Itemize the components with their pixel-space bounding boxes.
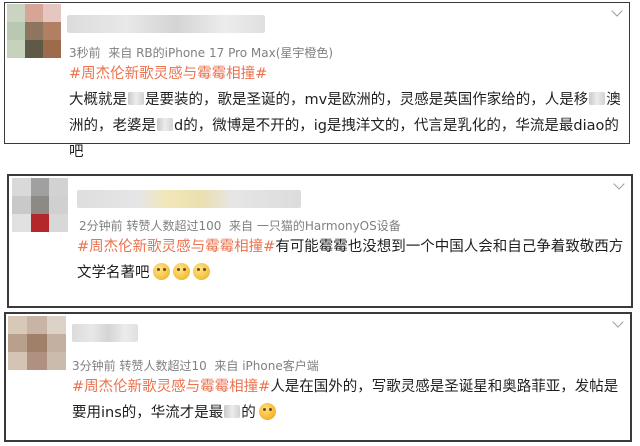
kiss-face-icon xyxy=(258,403,276,420)
post-card-3: 3分钟前 转赞人数超过10 来自 iPhone客户端 #周杰伦新歌灵感与霉霉相撞… xyxy=(4,312,632,442)
post-meta: 2分钟前 转赞人数超过100 来自 一只猫的HarmonyOS设备 xyxy=(79,217,401,234)
post-content: #周杰伦新歌灵感与霉霉相撞#人是在国外的，写歌灵感是圣诞星和奥路菲亚，发帖是要用… xyxy=(72,374,628,426)
blurred-text xyxy=(589,92,606,105)
blurred-text xyxy=(128,92,144,105)
post-card-2: 2分钟前 转赞人数超过100 来自 一只猫的HarmonyOS设备 #周杰伦新歌… xyxy=(7,174,633,308)
post-text: 的 xyxy=(241,405,256,421)
username-blurred[interactable] xyxy=(72,324,138,342)
blurred-text xyxy=(157,118,173,131)
repost-count: 转赞人数超过10 xyxy=(119,359,207,373)
username-blurred[interactable] xyxy=(77,190,301,208)
post-meta: 3秒前 来自 RB的iPhone 17 Pro Max(星宇橙色) xyxy=(69,44,333,61)
post-content: #周杰伦新歌灵感与霉霉相撞# 大概就是 是要装的，歌是圣诞的，mv是欧洲的，灵感是… xyxy=(69,61,625,165)
avatar[interactable] xyxy=(8,316,66,370)
username-blurred[interactable] xyxy=(67,15,265,33)
thinking-face-icon xyxy=(172,263,190,280)
chevron-down-icon[interactable] xyxy=(613,178,625,190)
post-meta: 3分钟前 转赞人数超过10 来自 iPhone客户端 xyxy=(72,357,319,374)
topic-link[interactable]: #周杰伦新歌灵感与霉霉相撞# xyxy=(72,379,270,395)
avatar[interactable] xyxy=(12,178,68,232)
repost-count: 转赞人数超过100 xyxy=(126,219,222,233)
thinking-face-icon xyxy=(152,263,170,280)
post-time[interactable]: 3秒前 xyxy=(69,46,101,60)
post-text: 大概就是 xyxy=(69,92,127,108)
chevron-down-icon[interactable] xyxy=(612,316,624,328)
post-source: 来自 一只猫的HarmonyOS设备 xyxy=(229,219,401,233)
chevron-down-icon[interactable] xyxy=(611,5,623,17)
topic-link[interactable]: #周杰伦新歌灵感与霉霉相撞# xyxy=(77,239,275,255)
post-source: 来自 iPhone客户端 xyxy=(214,359,319,373)
post-text: 是要装的，歌是圣诞的，mv是欧洲的，灵感是英国作家给的，人是移 xyxy=(145,92,589,108)
blurred-text xyxy=(224,405,241,418)
post-time[interactable]: 3分钟前 xyxy=(72,359,116,373)
post-source: 来自 RB的iPhone 17 Pro Max(星宇橙色) xyxy=(108,46,334,60)
post-card-1: 3秒前 来自 RB的iPhone 17 Pro Max(星宇橙色) #周杰伦新歌… xyxy=(4,2,630,160)
post-time[interactable]: 2分钟前 xyxy=(79,219,123,233)
avatar[interactable] xyxy=(7,4,61,58)
topic-link[interactable]: #周杰伦新歌灵感与霉霉相撞# xyxy=(69,66,267,82)
thinking-face-icon xyxy=(192,263,210,280)
post-content: #周杰伦新歌灵感与霉霉相撞#有可能霉霉也没想到一个中国人会和自己争着致敬西方文学… xyxy=(77,234,625,286)
